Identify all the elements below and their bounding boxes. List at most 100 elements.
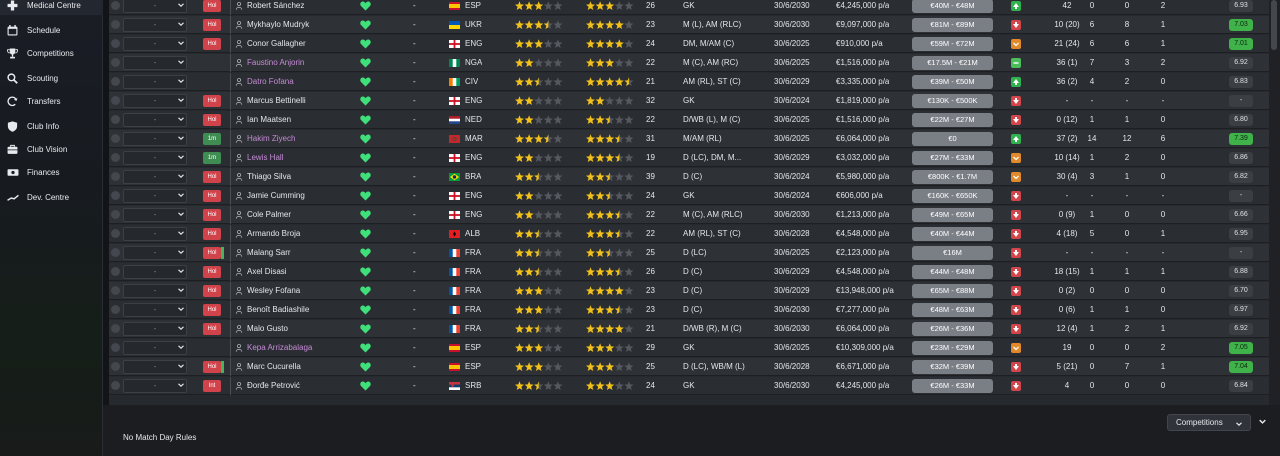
competitions-dropdown[interactable]: Competitions (1167, 414, 1251, 431)
scrollbar-thumb[interactable] (1271, 0, 1277, 50)
table-row[interactable]: - Hol Ian Maatsen - NED 22 D/WB (L), M (C) 30/6… (109, 111, 1272, 129)
chevron-down-icon[interactable] (175, 340, 187, 354)
chevron-down-icon[interactable] (175, 17, 187, 31)
player-name-link[interactable]: Faustino Anjorin (247, 54, 357, 72)
chevron-down-icon[interactable] (175, 264, 187, 278)
player-name-link[interactable]: Wesley Fofana (247, 282, 357, 300)
table-row[interactable]: - Hol Benoît Badiashile - FRA 23 D (C) 30/6/203… (109, 301, 1272, 319)
chevron-down-icon[interactable] (175, 74, 187, 88)
table-row[interactable]: - 1m Lewis Hall - ENG 19 D (LC), DM, M... 30/6/… (109, 149, 1272, 167)
player-name-link[interactable]: Malang Sarr (247, 244, 357, 262)
chevron-down-icon[interactable] (175, 93, 187, 107)
chevron-down-icon[interactable] (175, 245, 187, 259)
select-checkbox[interactable] (111, 210, 120, 219)
player-name-link[interactable]: Mykhaylo Mudryk (247, 16, 357, 34)
sidebar-item-dev-centre[interactable]: Dev. Centre (0, 187, 103, 207)
player-name-link[interactable]: Lewis Hall (247, 149, 357, 167)
morale-good-icon (1011, 77, 1021, 87)
player-name-link[interactable]: Marcus Bettinelli (247, 92, 357, 110)
select-checkbox[interactable] (111, 191, 120, 200)
select-checkbox[interactable] (111, 153, 120, 162)
chevron-down-icon[interactable] (175, 302, 187, 316)
sidebar-item-club-vision[interactable]: Club Vision (0, 139, 103, 159)
select-checkbox[interactable] (111, 134, 120, 143)
table-row[interactable]: - Hol Conor Gallagher - ENG 24 DM, M/AM (C) 30/… (109, 35, 1272, 53)
chevron-down-icon[interactable] (175, 321, 187, 335)
table-row[interactable]: - Hol Armando Broja - ALB 22 AM (RL), ST (C) 30… (109, 225, 1272, 243)
chevron-down-icon[interactable] (175, 226, 187, 240)
select-checkbox[interactable] (111, 381, 120, 390)
table-row[interactable]: - Faustino Anjorin - NGA 22 M (C), AM (RC) 30/… (109, 54, 1272, 72)
appearances: - (1065, 248, 1069, 257)
table-row[interactable]: - Hol Jamie Cumming - ENG 24 GK 30/6/2024 €606,0… (109, 187, 1272, 205)
player-name-link[interactable]: Kepa Arrizabalaga (247, 339, 357, 357)
select-checkbox[interactable] (111, 39, 120, 48)
table-row[interactable]: - Hol Cole Palmer - ENG 22 M (C), AM (RLC) 30/6… (109, 206, 1272, 224)
player-name-link[interactable]: Thiago Silva (247, 168, 357, 186)
table-row[interactable]: - Hol Malang Sarr - FRA 25 D (LC) 30/6/2025 €2,1… (109, 244, 1272, 262)
table-row[interactable]: - Hol Marcus Bettinelli - ENG 32 GK 30/6/2024 €1… (109, 92, 1272, 110)
table-row[interactable]: - Int Đorđe Petrović - SRB 24 GK 30/6/2030 €4,24… (109, 377, 1272, 395)
select-checkbox[interactable] (111, 229, 120, 238)
chevron-down-icon[interactable] (175, 55, 187, 69)
table-row[interactable]: - Hol Axel Disasi - FRA 26 D (C) 30/6/2029 €4,54… (109, 263, 1272, 281)
table-row[interactable]: - Kepa Arrizabalaga - ESP 29 GK 30/6/2025 €10,3… (109, 339, 1272, 357)
select-checkbox[interactable] (111, 172, 120, 181)
contract-expires: 30/6/2029 (774, 77, 810, 86)
chevron-down-icon[interactable] (175, 131, 187, 145)
chevron-down-icon[interactable] (175, 283, 187, 297)
table-row[interactable]: - Hol Mykhaylo Mudryk - UKR 23 M (L), AM (RLC)… (109, 16, 1272, 34)
sidebar-item-medical-centre[interactable]: Medical Centre (0, 0, 103, 15)
sidebar-item-scouting[interactable]: Scouting (0, 68, 103, 88)
player-name-link[interactable]: Benoît Badiashile (247, 301, 357, 319)
table-row[interactable]: - Hol Robert Sánchez - ESP 26 GK 30/6/2030 €4,24… (109, 0, 1272, 15)
chevron-down-icon[interactable] (175, 188, 187, 202)
chevron-down-icon[interactable] (175, 378, 187, 392)
chevron-down-icon[interactable] (175, 112, 187, 126)
player-name-link[interactable]: Ian Maatsen (247, 111, 357, 129)
table-row[interactable]: - Hol Wesley Fofana - FRA 23 D (C) 30/6/2029 €13… (109, 282, 1272, 300)
chevron-down-icon[interactable] (175, 169, 187, 183)
scrollbar[interactable] (1269, 0, 1280, 405)
select-checkbox[interactable] (111, 324, 120, 333)
sidebar-item-club-info[interactable]: Club Info (0, 116, 103, 136)
select-checkbox[interactable] (111, 115, 120, 124)
player-name-link[interactable]: Axel Disasi (247, 263, 357, 281)
select-checkbox[interactable] (111, 286, 120, 295)
select-checkbox[interactable] (111, 305, 120, 314)
sidebar-item-competitions[interactable]: Competitions (0, 43, 103, 63)
chevron-down-icon[interactable] (175, 150, 187, 164)
player-name-link[interactable]: Marc Cucurella (247, 358, 357, 376)
player-name-link[interactable]: Cole Palmer (247, 206, 357, 224)
select-checkbox[interactable] (111, 267, 120, 276)
select-checkbox[interactable] (111, 77, 120, 86)
chevron-down-icon[interactable] (175, 359, 187, 373)
chevron-down-icon[interactable] (175, 0, 187, 12)
select-checkbox[interactable] (111, 96, 120, 105)
chevron-down-icon[interactable] (175, 36, 187, 50)
player-name-link[interactable]: Armando Broja (247, 225, 357, 243)
select-checkbox[interactable] (111, 343, 120, 352)
sidebar-item-schedule[interactable]: Schedule (0, 20, 103, 40)
player-name-link[interactable]: Jamie Cumming (247, 187, 357, 205)
sidebar-item-transfers[interactable]: Transfers (0, 91, 103, 111)
player-name-link[interactable]: Conor Gallagher (247, 35, 357, 53)
chevron-down-icon[interactable] (175, 207, 187, 221)
select-checkbox[interactable] (111, 1, 120, 10)
table-row[interactable]: - Hol Marc Cucurella - ESP 25 D (LC), WB/M (L)… (109, 358, 1272, 376)
player-name-link[interactable]: Robert Sánchez (247, 0, 357, 15)
table-row[interactable]: - Datro Fofana - CIV 21 AM (RL), ST (C) 30/6/2… (109, 73, 1272, 91)
sidebar-item-finances[interactable]: Finances (0, 162, 103, 182)
player-name-link[interactable]: Malo Gusto (247, 320, 357, 338)
player-name-link[interactable]: Hakim Ziyech (247, 130, 357, 148)
player-name-link[interactable]: Đorđe Petrović (247, 377, 357, 395)
select-checkbox[interactable] (111, 58, 120, 67)
table-row[interactable]: - Hol Malo Gusto - FRA 21 D/WB (R), M (C) 30/6/… (109, 320, 1272, 338)
table-row[interactable]: - 1m Hakim Ziyech - MAR 31 M/AM (RL) 30/6/2025 €… (109, 130, 1272, 148)
expand-panel-chevron-icon[interactable] (1256, 415, 1268, 427)
select-checkbox[interactable] (111, 20, 120, 29)
select-checkbox[interactable] (111, 248, 120, 257)
table-row[interactable]: - Hol Thiago Silva - BRA 39 D (C) 30/6/2024 €5,9… (109, 168, 1272, 186)
select-checkbox[interactable] (111, 362, 120, 371)
player-name-link[interactable]: Datro Fofana (247, 73, 357, 91)
